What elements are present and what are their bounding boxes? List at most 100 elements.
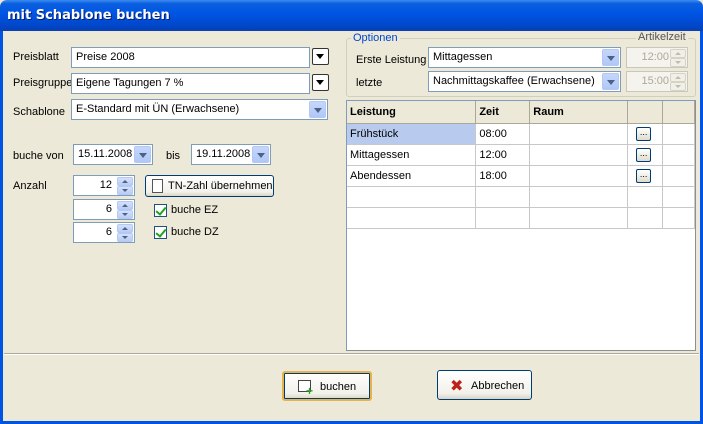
cell-leistung[interactable]: [347, 207, 477, 229]
buchen-button[interactable]: + buchen: [282, 371, 372, 401]
spin-down-icon[interactable]: [117, 186, 133, 195]
table-row[interactable]: Mittagessen 12:00 ...: [347, 144, 695, 166]
tn-zahl-label: TN-Zahl übernehmen: [168, 180, 273, 192]
column-header-zeit[interactable]: Zeit: [475, 101, 531, 124]
preisgruppe-dropdown-button[interactable]: [312, 74, 329, 91]
buche-ez-checkbox[interactable]: [154, 204, 167, 217]
cell-zeit[interactable]: 12:00: [475, 144, 531, 166]
letzte-label: letzte: [356, 77, 383, 89]
letzte-value: Nachmittagskaffee (Erwachsene): [433, 75, 595, 87]
cell-raum[interactable]: [529, 144, 629, 166]
buche-dz-label: buche DZ: [171, 226, 219, 238]
cell-leistung[interactable]: Frühstück: [347, 123, 477, 145]
cell-leistung[interactable]: Abendessen: [347, 165, 477, 187]
cell-zeit[interactable]: 18:00: [475, 165, 531, 187]
cell-raum[interactable]: [529, 123, 629, 145]
ellipsis-button[interactable]: ...: [636, 126, 652, 141]
erste-leistung-combo[interactable]: Mittagessen: [428, 47, 621, 68]
tn-zahl-button[interactable]: TN-Zahl übernehmen: [145, 175, 274, 197]
table-row[interactable]: Frühstück 08:00 ...: [347, 123, 695, 145]
preisblatt-label: Preisblatt: [13, 51, 59, 63]
letzte-time-spinner[interactable]: 15:00: [626, 71, 688, 92]
preisblatt-dropdown-button[interactable]: [312, 48, 329, 65]
cell-action: ...: [627, 123, 664, 145]
close-icon: ✖: [450, 378, 464, 395]
cell-zeit[interactable]: [475, 207, 531, 229]
leistungen-grid[interactable]: Leistung Zeit Raum Frühstück 08:00 ... M…: [346, 100, 696, 351]
erste-time-spinner[interactable]: 12:00: [626, 47, 688, 68]
anzahl-spinner[interactable]: 12: [73, 175, 135, 196]
cell-action: ...: [627, 165, 664, 187]
column-header-raum[interactable]: Raum: [529, 101, 629, 124]
footer-separator: [4, 353, 699, 355]
erste-leistung-label: Erste Leistung: [356, 54, 427, 66]
column-header-extra: [662, 101, 695, 124]
spin-down-icon[interactable]: [670, 82, 686, 91]
buchen-label: buchen: [320, 381, 357, 393]
cell-extra: [662, 123, 695, 145]
spin-up-icon[interactable]: [670, 49, 686, 58]
cell-action: [627, 207, 664, 229]
cell-raum[interactable]: [529, 165, 629, 187]
spin-up-icon[interactable]: [117, 224, 133, 233]
erste-time-value: 12:00: [641, 51, 669, 63]
cell-action: [627, 186, 664, 208]
column-header-action: [627, 101, 664, 124]
artikelzeit-label: Artikelzeit: [636, 31, 688, 43]
spin-down-icon[interactable]: [117, 233, 133, 242]
title-bar[interactable]: mit Schablone buchen: [0, 0, 703, 31]
spin-up-icon[interactable]: [670, 73, 686, 82]
plus-icon: +: [306, 384, 314, 398]
window-frame-left: [0, 31, 3, 424]
schablone-combo[interactable]: E-Standard mit ÜN (Erwachsene): [71, 99, 328, 120]
cell-extra: [662, 186, 695, 208]
cell-extra: [662, 165, 695, 187]
cell-raum[interactable]: [529, 186, 629, 208]
cell-leistung[interactable]: [347, 186, 477, 208]
cell-action: ...: [627, 144, 664, 166]
anzahl-ez-spinner[interactable]: 6: [73, 199, 135, 220]
chevron-down-icon[interactable]: [602, 73, 619, 90]
spin-down-icon[interactable]: [670, 58, 686, 67]
table-row[interactable]: Abendessen 18:00 ...: [347, 165, 695, 187]
table-row[interactable]: [347, 207, 695, 229]
document-icon: [152, 179, 163, 193]
bis-label: bis: [166, 150, 181, 162]
ellipsis-button[interactable]: ...: [636, 147, 652, 162]
buche-dz-checkbox[interactable]: [154, 226, 167, 239]
buche-von-date[interactable]: 15.11.2008: [73, 144, 153, 165]
chevron-down-icon[interactable]: [309, 101, 326, 118]
bis-date[interactable]: 19.11.2008: [191, 144, 271, 165]
grid-header-row: Leistung Zeit Raum: [347, 101, 695, 124]
bis-value: 19.11.2008: [196, 148, 251, 160]
erste-leistung-value: Mittagessen: [433, 51, 493, 63]
spin-up-icon[interactable]: [117, 201, 133, 210]
table-row[interactable]: [347, 186, 695, 208]
buche-von-value: 15.11.2008: [78, 148, 133, 160]
cell-zeit[interactable]: 08:00: [475, 123, 531, 145]
buche-ez-label: buche EZ: [171, 204, 219, 216]
cell-leistung[interactable]: Mittagessen: [347, 144, 477, 166]
chevron-down-icon[interactable]: [134, 146, 151, 163]
schablone-label: Schablone: [13, 106, 65, 118]
abbrechen-button[interactable]: ✖ Abbrechen: [437, 370, 532, 400]
ellipsis-button[interactable]: ...: [636, 168, 652, 183]
cell-zeit[interactable]: [475, 186, 531, 208]
anzahl-dz-value: 6: [105, 226, 112, 238]
cell-extra: [662, 207, 695, 229]
letzte-combo[interactable]: Nachmittagskaffee (Erwachsene): [428, 71, 621, 92]
optionen-title: Optionen: [351, 32, 400, 44]
schablone-value: E-Standard mit ÜN (Erwachsene): [76, 103, 240, 115]
preisgruppe-field[interactable]: Eigene Tagungen 7 %: [71, 73, 310, 94]
anzahl-label: Anzahl: [13, 180, 47, 192]
spin-down-icon[interactable]: [117, 210, 133, 219]
spin-up-icon[interactable]: [117, 177, 133, 186]
preisblatt-field[interactable]: Preise 2008: [71, 47, 310, 68]
chevron-down-icon[interactable]: [602, 49, 619, 66]
cell-raum[interactable]: [529, 207, 629, 229]
column-header-leistung[interactable]: Leistung: [347, 101, 477, 124]
anzahl-dz-spinner[interactable]: 6: [73, 222, 135, 243]
anzahl-ez-value: 6: [105, 203, 112, 215]
buche-von-label: buche von: [13, 150, 64, 162]
chevron-down-icon[interactable]: [252, 146, 269, 163]
